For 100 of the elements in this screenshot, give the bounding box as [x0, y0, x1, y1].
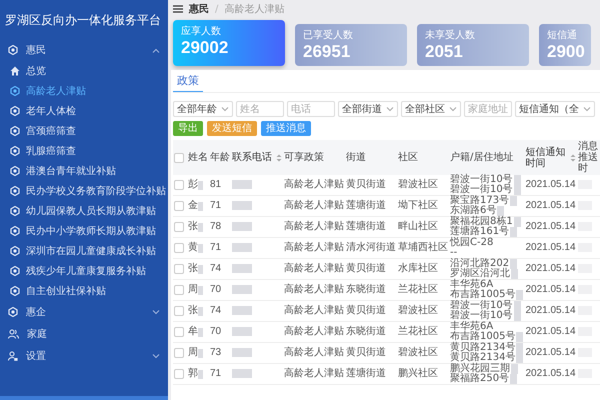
chevron-down-icon [449, 106, 457, 112]
table-cell: 莲塘街道 [346, 368, 386, 379]
redacted-block [198, 222, 203, 232]
app-title: 罗湖区反向办一体化服务平台 [4, 12, 162, 29]
input-field[interactable]: 姓名 [236, 101, 284, 117]
table-cell: 清水河街道 [346, 242, 396, 253]
hexagon-icon [10, 126, 20, 136]
column-header[interactable]: 年龄 [209, 140, 231, 175]
sidebar-item[interactable]: 老年人体检 [0, 101, 168, 121]
select-field[interactable]: 全部社区 [401, 101, 461, 117]
stat-label: 未享受人数 [425, 28, 476, 42]
checkbox[interactable] [174, 201, 184, 211]
stat-value: 2051 [425, 42, 464, 62]
table-cell: 东晓街道 [346, 284, 386, 295]
table-cell: 碧波一街10号 [450, 301, 521, 311]
hexagon-icon [10, 106, 20, 116]
column-header[interactable]: 姓名 [187, 140, 209, 175]
sidebar-group[interactable]: 惠企 [0, 301, 168, 323]
redacted-block [198, 286, 203, 294]
tab[interactable]: 政策 [173, 70, 203, 92]
table-cell: 81 [210, 179, 222, 190]
checkbox[interactable] [174, 306, 184, 316]
table-cell: 张 [188, 306, 198, 316]
select-field[interactable]: 全部年龄 [173, 101, 233, 117]
column-header[interactable]: 短信通知时间 [524, 140, 577, 175]
table-cell: 莲塘街道 [346, 200, 386, 211]
sidebar-item[interactable]: 自主创业社保补贴 [0, 281, 168, 301]
sidebar-item[interactable]: 深圳市在园儿童健康成长补贴 [0, 241, 168, 261]
column-header[interactable]: 消息推送时 [577, 140, 600, 175]
sidebar-item[interactable]: 乳腺癌筛查 [0, 141, 168, 161]
checkbox[interactable] [174, 222, 184, 232]
redacted-block [198, 202, 203, 210]
person-lock-icon [8, 351, 18, 361]
column-header[interactable]: 户籍/居住地址 [449, 140, 524, 175]
checkbox[interactable] [174, 152, 184, 162]
chevron-down-icon [221, 106, 229, 112]
input-field[interactable]: 电话 [287, 101, 335, 117]
redacted-block [198, 348, 203, 358]
stat-value: 29002 [181, 38, 230, 58]
table-cell: 高龄老人津贴 [284, 263, 344, 274]
column-header[interactable]: 社区 [397, 140, 449, 175]
column-header[interactable]: 街道 [345, 140, 397, 175]
table-cell: 2021.05.14 [525, 368, 576, 379]
home-icon [10, 66, 20, 76]
sidebar-group[interactable]: 家庭 [0, 323, 168, 345]
table-cell: 坳下社区 [398, 200, 438, 211]
table-cell: 71 [210, 200, 222, 211]
sidebar-item[interactable]: 宫颈癌筛查 [0, 121, 168, 141]
hexagon-icon [10, 246, 20, 256]
table-cell: 碧波社区 [398, 305, 438, 316]
sidebar-item[interactable]: 高龄老人津贴 [0, 81, 168, 101]
sidebar-group[interactable]: 惠民 [0, 39, 168, 61]
sidebar-group[interactable]: 设置 [0, 345, 168, 367]
sidebar-item[interactable]: 残疾少年儿童康复服务补贴 [0, 261, 168, 281]
redacted-block [198, 180, 203, 190]
table-cell: 74 [210, 305, 222, 316]
checkbox[interactable] [174, 243, 184, 253]
checkbox[interactable] [174, 348, 184, 358]
table-cell: 金 [188, 201, 198, 211]
table-cell: 兰花社区 [398, 284, 438, 295]
menu-icon [173, 5, 183, 13]
table-cell: 彭 [188, 180, 198, 190]
checkbox[interactable] [174, 285, 184, 295]
checkbox[interactable] [174, 180, 184, 190]
stat-value: 26951 [303, 42, 352, 62]
checkbox[interactable] [174, 369, 184, 379]
table-cell: 悦园C-28 [450, 238, 494, 248]
sidebar-item[interactable]: 民办学校义务教育阶段学位补贴 [0, 181, 168, 201]
redacted-block [232, 264, 252, 273]
table-cell: 碧波一街10号 [450, 175, 521, 185]
table-cell: 周 [188, 348, 198, 358]
redacted-block [232, 306, 252, 315]
sidebar-item[interactable]: 民办中小学教师长期从教津贴 [0, 221, 168, 241]
checkbox[interactable] [174, 327, 184, 337]
checkbox[interactable] [174, 264, 184, 274]
redacted-block [232, 180, 252, 189]
table-cell: 2021.05.14 [525, 179, 576, 190]
table-cell: 黄贝街道 [346, 305, 386, 316]
table-cell: 2021.05.14 [525, 326, 576, 337]
table-cell: 碧波一街10号 [450, 185, 521, 195]
table-cell: 2021.05.14 [525, 284, 576, 295]
table-cell: 73 [210, 347, 222, 358]
sidebar-item[interactable]: 幼儿园保教人员长期从教津贴 [0, 201, 168, 221]
table-cell: 丰华苑6A [450, 322, 494, 332]
hexagon-icon [10, 226, 20, 236]
column-header[interactable]: 可享政策 [283, 140, 345, 175]
redacted-block [198, 264, 203, 274]
redacted-block [198, 370, 203, 378]
breadcrumb-item[interactable]: 惠民 [189, 2, 209, 16]
sidebar-item[interactable]: 总览 [0, 61, 168, 81]
table-cell: 2021.05.14 [525, 200, 576, 211]
select-field[interactable]: 全部街道 [338, 101, 398, 117]
table-cell: 兰花社区 [398, 326, 438, 337]
column-header[interactable]: 联系电话 [231, 140, 283, 175]
sidebar-item[interactable]: 港澳台青年就业补贴 [0, 161, 168, 181]
table-cell: 2021.05.14 [525, 263, 576, 274]
hexagon-icon [10, 206, 20, 216]
select-field[interactable]: 短信通知（全 [515, 101, 595, 117]
stat-label: 短信通 [547, 28, 578, 42]
input-field[interactable]: 家庭地址 [464, 101, 512, 117]
